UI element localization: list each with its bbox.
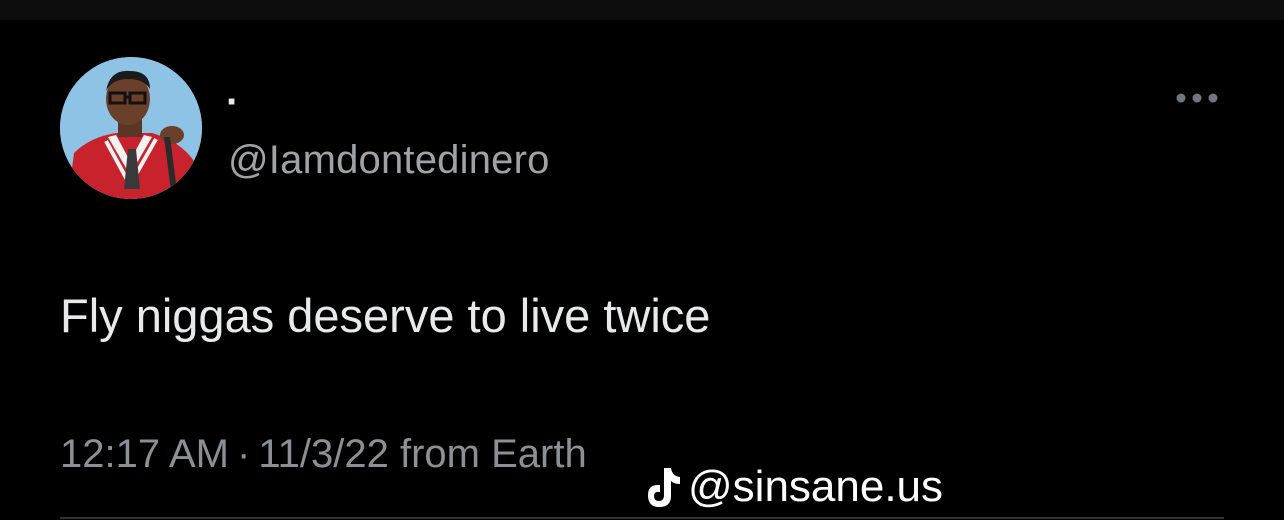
tiktok-icon bbox=[648, 468, 680, 507]
window-top-strip bbox=[0, 0, 1284, 20]
divider bbox=[60, 517, 1224, 519]
display-name[interactable]: · bbox=[226, 82, 239, 122]
more-options-button[interactable] bbox=[1166, 80, 1228, 116]
avatar[interactable] bbox=[60, 57, 202, 199]
tweet-card: · @Iamdontedinero Fly niggas deserve to … bbox=[0, 20, 1284, 520]
avatar-image bbox=[60, 57, 202, 199]
tweet-date[interactable]: 11/3/22 bbox=[258, 432, 389, 476]
tweet-text: Fly niggas deserve to live twice bbox=[60, 289, 711, 342]
user-handle[interactable]: @Iamdontedinero bbox=[228, 138, 550, 182]
more-horizontal-icon bbox=[1176, 93, 1218, 103]
tweet-time[interactable]: 12:17 AM bbox=[60, 432, 229, 476]
meta-separator: · bbox=[237, 432, 251, 476]
tweet-metadata: 12:17 AM · 11/3/22 from Earth bbox=[60, 430, 587, 478]
watermark-text: @sinsane.us bbox=[688, 462, 944, 511]
tweet-source: from Earth bbox=[399, 432, 587, 476]
watermark: @sinsane.us bbox=[644, 462, 943, 512]
